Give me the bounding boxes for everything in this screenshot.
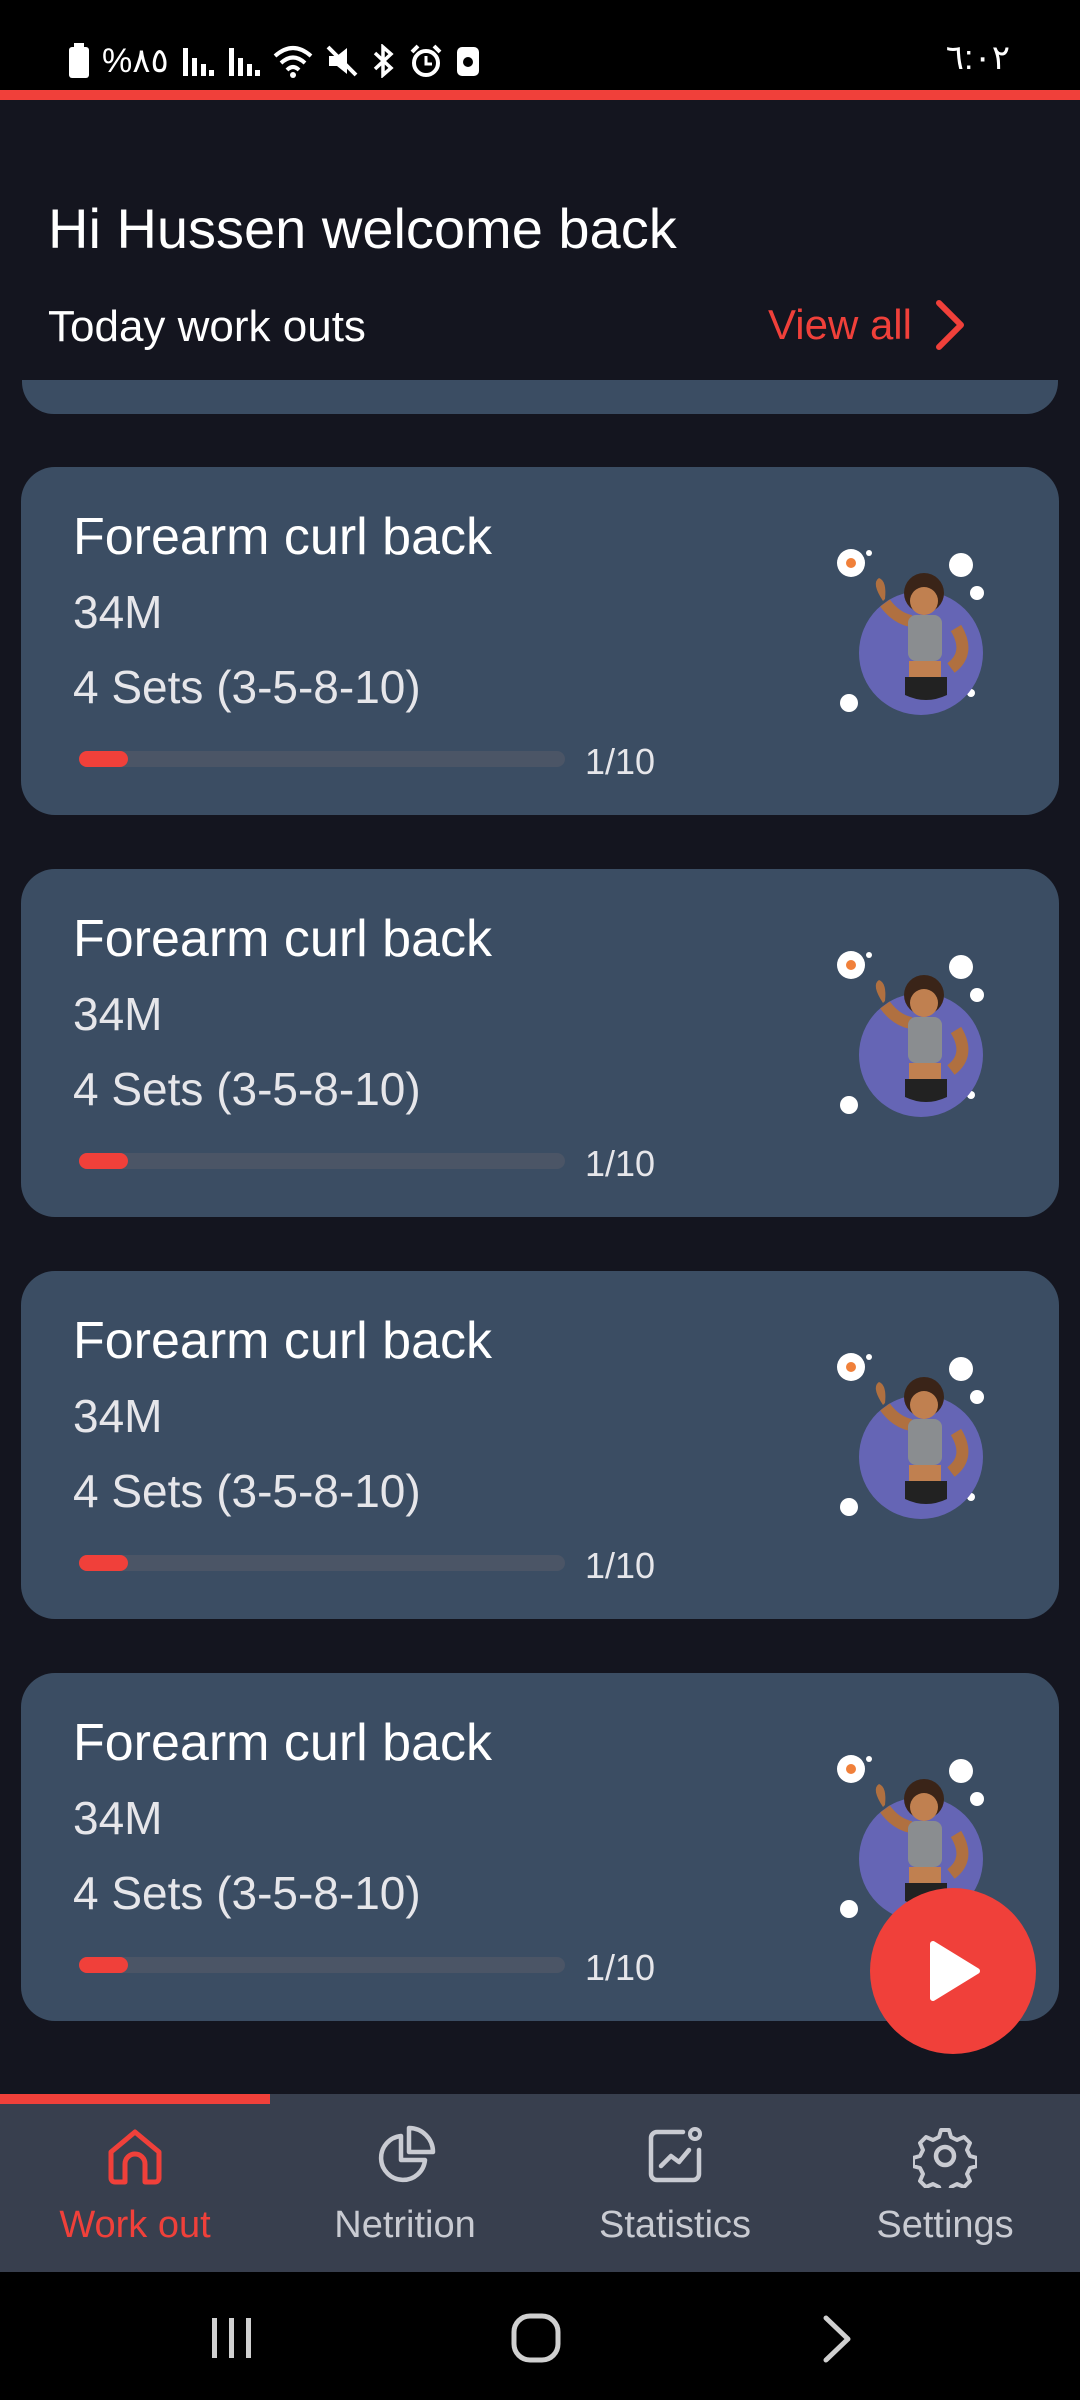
alarm-icon — [410, 44, 442, 77]
nav-item-workout[interactable]: Work out — [0, 2124, 270, 2264]
workout-title: Forearm curl back — [73, 508, 492, 566]
view-all-label: View all — [768, 301, 912, 348]
wifi-icon — [273, 46, 313, 78]
pie-chart-icon — [378, 2125, 436, 2183]
athlete-illustration — [837, 951, 984, 1117]
progress-fill — [79, 1153, 128, 1169]
workout-duration: 34M — [73, 1390, 163, 1442]
greeting-title: Hi Hussen welcome back — [48, 197, 677, 260]
recent-apps-icon[interactable] — [208, 2314, 256, 2362]
bluetooth-icon — [373, 44, 394, 78]
nav-label: Settings — [876, 2204, 1014, 2246]
workout-sets: 4 Sets (3-5-8-10) — [73, 1063, 421, 1115]
workout-sets: 4 Sets (3-5-8-10) — [73, 1867, 421, 1919]
nav-label: Statistics — [598, 2204, 752, 2246]
workout-card-partial[interactable] — [22, 380, 1058, 414]
workout-duration: 34M — [73, 586, 163, 638]
mute-icon — [326, 45, 358, 77]
progress-bar — [79, 751, 565, 767]
progress-text: 1/10 — [585, 1947, 656, 1988]
workout-duration: 34M — [73, 988, 163, 1040]
play-icon — [930, 1941, 980, 2001]
nav-label: Work out — [59, 2204, 211, 2246]
chart-icon — [648, 2127, 702, 2183]
progress-fill — [79, 1957, 128, 1973]
workout-sets: 4 Sets (3-5-8-10) — [73, 661, 421, 713]
workout-card[interactable]: Forearm curl back 34M 4 Sets (3-5-8-10) … — [21, 1271, 1059, 1619]
progress-fill — [79, 1555, 128, 1571]
progress-fill — [79, 751, 128, 767]
athlete-illustration — [837, 1353, 984, 1519]
workout-title: Forearm curl back — [73, 1714, 492, 1772]
progress-text: 1/10 — [585, 741, 656, 782]
nav-label: Netrition — [334, 2204, 476, 2246]
progress-bar — [79, 1555, 565, 1571]
workout-duration: 34M — [73, 1792, 163, 1844]
workout-title: Forearm curl back — [73, 910, 492, 968]
progress-bar — [79, 1957, 565, 1973]
battery-percent: %٨٥ — [102, 42, 169, 80]
back-icon[interactable] — [820, 2314, 854, 2364]
athlete-illustration — [837, 549, 984, 715]
progress-text: 1/10 — [585, 1143, 656, 1184]
nav-item-settings[interactable]: Settings — [810, 2124, 1080, 2264]
workout-card[interactable]: Forearm curl back 34M 4 Sets (3-5-8-10) … — [21, 467, 1059, 815]
workout-sets: 4 Sets (3-5-8-10) — [73, 1465, 421, 1517]
workout-card[interactable]: Forearm curl back 34M 4 Sets (3-5-8-10) … — [21, 869, 1059, 1217]
section-title: Today work outs — [48, 302, 366, 351]
status-icons: %٨٥ — [68, 38, 481, 84]
gear-icon — [913, 2128, 977, 2188]
chevron-right-icon — [935, 300, 964, 350]
play-button[interactable] — [870, 1888, 1036, 2054]
signal-icon — [182, 48, 214, 76]
screenshot-icon — [456, 47, 479, 76]
nav-item-statistics[interactable]: Statistics — [540, 2124, 810, 2264]
battery-icon — [69, 43, 89, 78]
system-navigation-bar — [0, 2272, 1080, 2400]
home-button-icon[interactable] — [510, 2312, 562, 2364]
home-icon — [108, 2129, 162, 2185]
accent-strip — [0, 90, 1080, 100]
active-tab-indicator — [0, 2094, 270, 2104]
progress-bar — [79, 1153, 565, 1169]
status-time: ٦:٠٢ — [945, 39, 1010, 77]
nav-item-nutrition[interactable]: Netrition — [270, 2124, 540, 2264]
progress-text: 1/10 — [585, 1545, 656, 1586]
workout-title: Forearm curl back — [73, 1312, 492, 1370]
view-all-link[interactable]: View all — [768, 298, 966, 352]
signal-icon — [228, 48, 260, 76]
